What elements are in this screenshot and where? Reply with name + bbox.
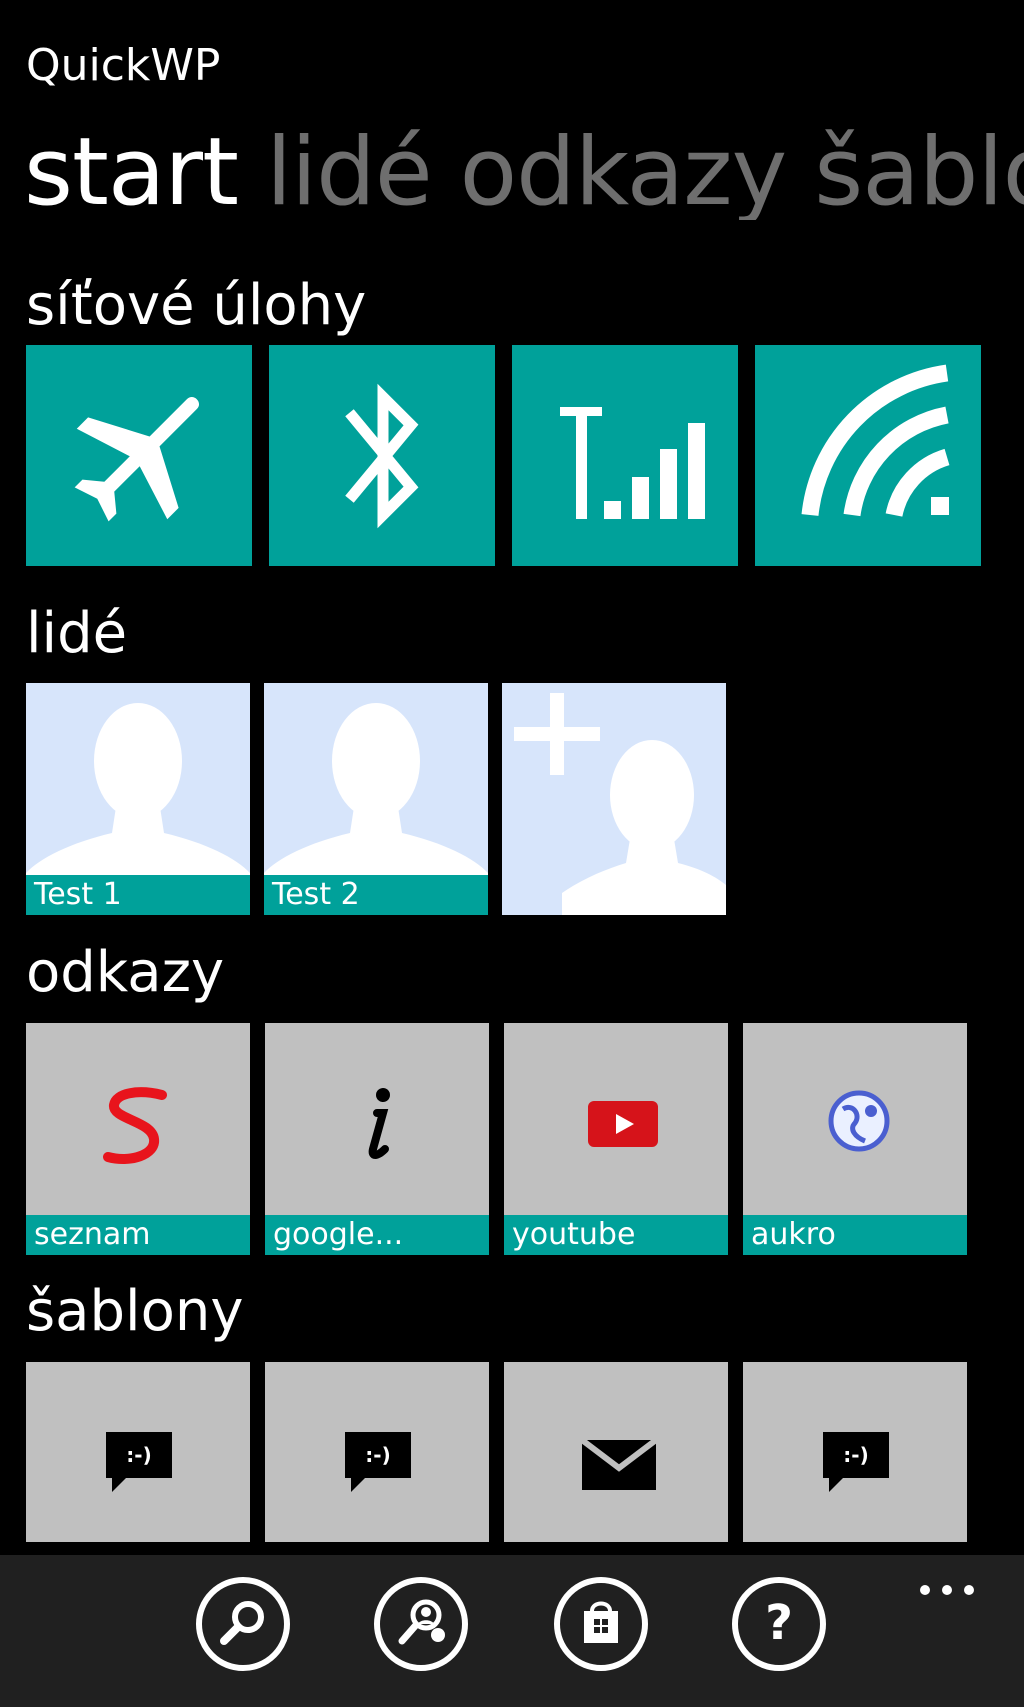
wifi-tile[interactable] bbox=[755, 345, 981, 566]
network-tiles-row bbox=[26, 345, 981, 566]
sms-smiley-icon: :-) bbox=[106, 1432, 172, 1492]
template-tile-email[interactable] bbox=[504, 1362, 728, 1542]
store-button[interactable] bbox=[554, 1577, 648, 1671]
search-button[interactable] bbox=[196, 1577, 290, 1671]
search-icon bbox=[220, 1601, 264, 1645]
link-label: youtube bbox=[504, 1215, 728, 1255]
template-tile-sms[interactable]: :-) bbox=[743, 1362, 967, 1542]
links-tiles-row: seznam google... youtube aukro bbox=[26, 1023, 967, 1255]
link-tile-google[interactable]: google... bbox=[265, 1023, 489, 1255]
link-label: aukro bbox=[743, 1215, 967, 1255]
section-title-templates: šablony bbox=[26, 1279, 244, 1344]
pivot-item-sablony[interactable]: šablony bbox=[814, 126, 1024, 220]
dot bbox=[920, 1585, 930, 1595]
search-people-button[interactable] bbox=[374, 1577, 468, 1671]
more-icon[interactable] bbox=[920, 1585, 974, 1595]
contact-label: Test 2 bbox=[264, 875, 488, 915]
contact-label: Test 1 bbox=[26, 875, 250, 915]
airplane-mode-tile[interactable] bbox=[26, 345, 252, 566]
wifi-icon bbox=[801, 364, 950, 517]
add-contact-tile[interactable] bbox=[502, 683, 726, 915]
pivot-item-odkazy[interactable]: odkazy bbox=[460, 126, 788, 220]
bluetooth-tile[interactable] bbox=[269, 345, 495, 566]
template-tile-sms[interactable]: :-) bbox=[265, 1362, 489, 1542]
svg-text::-): :-) bbox=[843, 1443, 868, 1467]
dot bbox=[942, 1585, 952, 1595]
section-title-people: lidé bbox=[26, 601, 128, 666]
people-tiles-row: Test 1 Test 2 bbox=[26, 683, 726, 915]
svg-text:?: ? bbox=[765, 1595, 793, 1651]
help-button[interactable]: ? bbox=[732, 1577, 826, 1671]
app-title: QuickWP bbox=[26, 40, 221, 91]
contact-tile[interactable]: Test 1 bbox=[26, 683, 250, 915]
contact-tile[interactable]: Test 2 bbox=[264, 683, 488, 915]
section-title-network: síťové úlohy bbox=[26, 273, 367, 338]
bluetooth-icon bbox=[345, 383, 419, 529]
help-icon: ? bbox=[765, 1595, 793, 1651]
template-tile-sms[interactable]: :-) bbox=[26, 1362, 250, 1542]
link-tile-youtube[interactable]: youtube bbox=[504, 1023, 728, 1255]
pivot-header: start lidé odkazy šablony bbox=[24, 126, 1024, 220]
link-tile-seznam[interactable]: seznam bbox=[26, 1023, 250, 1255]
cellular-tile[interactable] bbox=[512, 345, 738, 566]
sms-smiley-icon: :-) bbox=[345, 1432, 411, 1492]
search-people-icon bbox=[398, 1599, 445, 1645]
section-title-links: odkazy bbox=[26, 940, 225, 1005]
airplane-icon bbox=[74, 396, 200, 522]
app-bar: ? bbox=[0, 1555, 1024, 1707]
link-label: google... bbox=[265, 1215, 489, 1255]
email-icon bbox=[580, 1437, 658, 1490]
cellular-signal-icon bbox=[560, 407, 705, 519]
sms-smiley-icon: :-) bbox=[823, 1432, 889, 1492]
add-person-icon bbox=[514, 693, 726, 915]
svg-text::-): :-) bbox=[126, 1443, 151, 1467]
pivot-item-lide[interactable]: lidé bbox=[266, 126, 433, 220]
templates-tiles-row: :-) :-) :-) bbox=[26, 1362, 967, 1542]
dot bbox=[964, 1585, 974, 1595]
store-icon bbox=[584, 1601, 618, 1643]
pivot-item-start[interactable]: start bbox=[24, 126, 239, 220]
link-tile-aukro[interactable]: aukro bbox=[743, 1023, 967, 1255]
link-label: seznam bbox=[26, 1215, 250, 1255]
svg-text::-): :-) bbox=[365, 1443, 390, 1467]
